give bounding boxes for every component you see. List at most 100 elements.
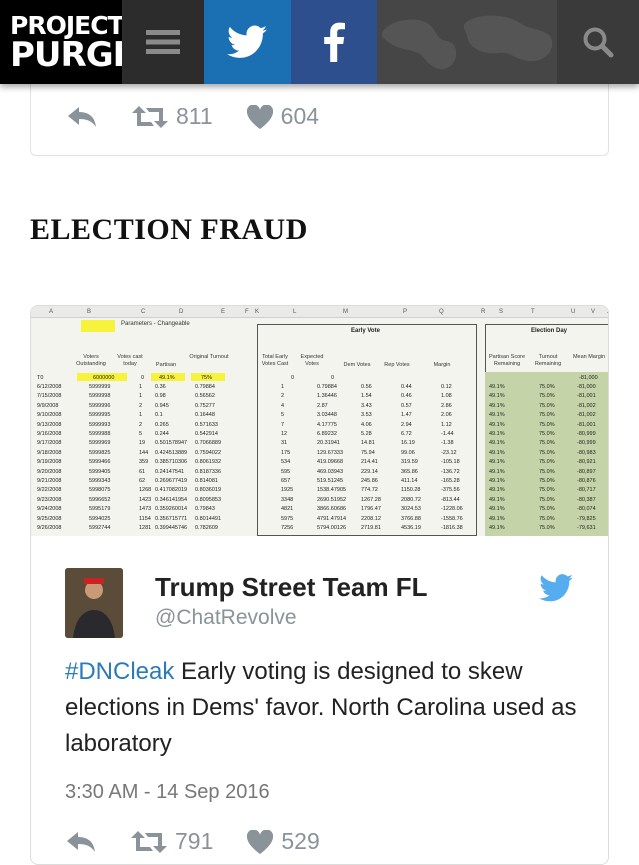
table-cell: 0.57 <box>401 402 412 409</box>
column-letter: Q <box>439 309 444 315</box>
table-cell: 20.31941 <box>317 440 340 447</box>
table-cell: 5996652 <box>89 496 111 503</box>
table-cell: 359 <box>139 459 149 466</box>
table-cell: 75.0% <box>539 440 555 447</box>
table-cell: -80,921 <box>577 459 596 466</box>
like-button[interactable]: 604 <box>246 103 319 130</box>
like-button[interactable]: 529 <box>247 828 320 855</box>
t0-row: T0 6000000 0 49.1% 75% 0 0 -81,000 <box>31 374 608 382</box>
table-cell: 7/15/2008 <box>37 393 62 400</box>
table-cell: 519.51245 <box>317 478 343 484</box>
table-cell: 75.0% <box>539 393 555 400</box>
table-cell: 19 <box>139 440 146 447</box>
hdr-expected-votes: Expected Votes <box>300 354 324 367</box>
table-cell: 1.36446 <box>317 393 337 400</box>
table-cell: -79,825 <box>577 515 596 522</box>
table-cell: -1.38 <box>441 440 454 447</box>
table-cell: 9/26/2008 <box>37 525 62 531</box>
table-cell: 49.1% <box>489 525 505 531</box>
table-cell: 16.19 <box>401 440 415 447</box>
table-cell: 0.36 <box>155 384 166 390</box>
embedded-tweet[interactable]: A B C D E FK L M P Q R S T U V X Parameters - Changeabl… <box>30 305 609 865</box>
table-row: 9/18/2008 5999825 144 0.424513889 0.7594022 1… <box>31 449 608 457</box>
table-cell: -80,983 <box>577 449 596 456</box>
table-cell: 0.7066889 <box>195 440 221 447</box>
menu-button[interactable] <box>122 0 204 84</box>
column-letter: D <box>179 309 184 315</box>
table-cell: 657 <box>281 478 291 484</box>
table-cell: 5 <box>281 412 285 419</box>
table-cell: -79,631 <box>577 525 596 531</box>
table-row: 9/22/2008 5998075 1268 0.417082019 0.8036019… <box>31 486 608 494</box>
table-cell: -80,999 <box>577 440 596 447</box>
column-letter: C <box>141 309 146 315</box>
site-header: PROJECT PURGE <box>0 0 639 84</box>
hdr-total-early-votes: Total Early Votes Cast <box>261 354 289 367</box>
table-row: 9/21/2008 5999343 62 0.269677419 0.814081 657… <box>31 477 608 485</box>
column-letter: L <box>293 309 297 315</box>
table-cell: 4.17775 <box>317 421 337 428</box>
table-cell: 49.1% <box>489 478 505 484</box>
table-cell: 3.43 <box>361 402 372 409</box>
table-cell: -81,002 <box>577 402 596 409</box>
table-row: 9/16/2008 5999988 5 0.244 0.542914 12 6.89232 5… <box>31 430 608 438</box>
table-cell: 75.0% <box>539 459 555 466</box>
table-cell: 14.81 <box>361 440 375 447</box>
table-cell: -1558.76 <box>441 515 463 522</box>
twitter-share-button[interactable] <box>203 0 291 84</box>
site-logo[interactable]: PROJECT PURGE <box>0 0 136 84</box>
hashtag-link[interactable]: #DNCleak <box>65 658 174 685</box>
hdr-mean-margin: Mean Margin <box>572 354 606 360</box>
table-row: 9/25/2008 5994025 1154 0.356715771 0.8014491… <box>31 515 608 523</box>
table-cell: 7 <box>281 421 285 428</box>
tweet-author[interactable] <box>65 568 123 638</box>
column-letter: P <box>403 309 408 315</box>
retweet-button[interactable]: 811 <box>132 103 213 130</box>
spreadsheet-image[interactable]: A B C D E FK L M P Q R S T U V X Parameters - Changeabl… <box>31 306 608 536</box>
table-cell: 4 <box>281 402 285 409</box>
table-cell: 2 <box>139 402 143 409</box>
table-cell: 0.399445746 <box>155 525 188 531</box>
table-cell: 0.269677419 <box>155 478 188 484</box>
t0-mean: -81,000 <box>579 375 598 381</box>
table-cell: 0.16448 <box>195 412 215 419</box>
table-cell: 0.8187336 <box>195 468 221 475</box>
table-cell: 2690.51952 <box>317 496 347 503</box>
table-cell: 9/22/2008 <box>37 487 62 494</box>
tweet-author-name[interactable]: Trump Street Team FL <box>155 572 428 603</box>
table-cell: 5999993 <box>89 421 111 428</box>
table-cell: 1.08 <box>441 393 452 400</box>
table-cell: 5999825 <box>89 449 111 456</box>
table-cell: -105.18 <box>441 459 460 466</box>
table-cell: 9/9/2008 <box>37 402 59 409</box>
search-button[interactable] <box>557 0 639 84</box>
previous-tweet-actions: 811 604 <box>68 103 353 130</box>
table-cell: 9/13/2008 <box>37 421 62 428</box>
table-cell: 1 <box>139 412 143 419</box>
table-cell: 0.945 <box>155 402 169 409</box>
table-cell: 4791.47914 <box>317 515 347 522</box>
table-cell: 0.75277 <box>195 402 215 409</box>
table-cell: 49.1% <box>489 431 505 437</box>
table-cell: 5999999 <box>89 384 111 390</box>
table-cell: 1423 <box>139 496 152 503</box>
tweet-timestamp[interactable]: 3:30 AM - 14 Sep 2016 <box>65 781 270 804</box>
table-cell: 6.72 <box>401 431 412 437</box>
twitter-logo[interactable] <box>539 574 573 607</box>
avatar[interactable] <box>65 568 123 638</box>
table-cell: 2.06 <box>441 412 452 419</box>
facebook-share-button[interactable] <box>290 0 378 84</box>
table-cell: 9/17/2008 <box>37 440 62 447</box>
heart-icon <box>246 104 273 129</box>
reply-button[interactable] <box>67 831 97 852</box>
table-cell: 75.0% <box>539 468 555 475</box>
table-cell: 2208.12 <box>361 515 381 522</box>
column-letters: A B C D E FK L M P Q R S T U V X <box>31 306 608 318</box>
tweet-author-handle[interactable]: @ChatRevolve <box>155 606 297 630</box>
retweet-button[interactable]: 791 <box>131 828 213 855</box>
table-row: 9/24/2008 5995179 1473 0.359260014 0.79843 48… <box>31 505 608 513</box>
reply-button[interactable] <box>68 106 98 127</box>
table-cell: 5975 <box>281 515 294 522</box>
column-letter: X <box>607 309 608 315</box>
table-cell: 5994025 <box>89 515 111 522</box>
